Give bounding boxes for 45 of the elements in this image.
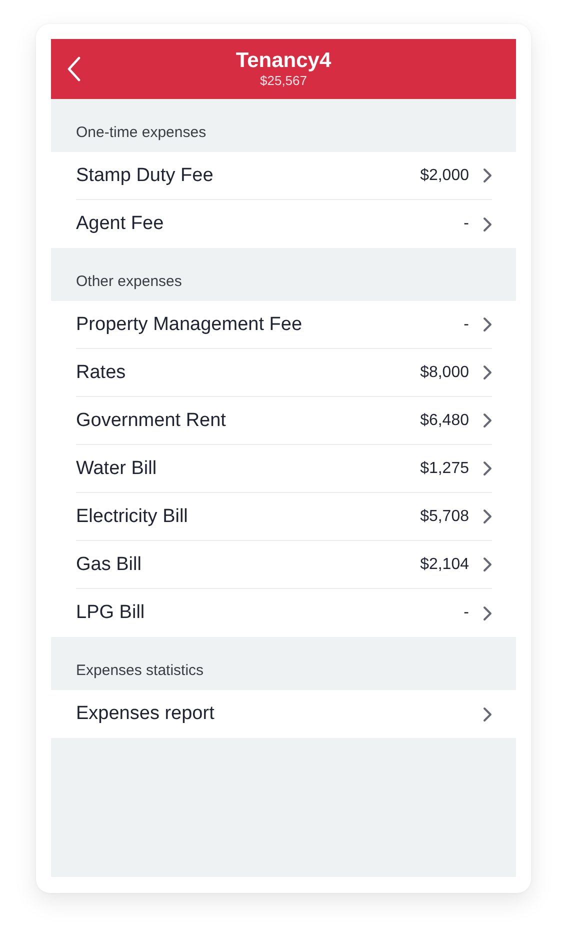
chevron-right-icon	[483, 606, 492, 620]
expense-row[interactable]: Expenses report	[76, 690, 492, 738]
chevron-right-icon	[483, 557, 492, 572]
expense-amount: -	[464, 604, 469, 622]
expense-row[interactable]: Agent Fee -	[76, 200, 492, 248]
expense-row[interactable]: Water Bill $1,275	[76, 445, 492, 493]
expense-row[interactable]: Rates $8,000	[76, 349, 492, 397]
expense-amount: $5,708	[420, 508, 469, 526]
expense-amount: $2,104	[420, 556, 469, 574]
header-total: $25,567	[260, 73, 307, 89]
expense-label: Gas Bill	[76, 554, 142, 576]
expense-label: Expenses report	[76, 703, 216, 725]
expense-amount: $6,480	[420, 412, 469, 430]
expense-row[interactable]: Electricity Bill $5,708	[76, 493, 492, 541]
expense-row[interactable]: Government Rent $6,480	[76, 397, 492, 445]
expense-row[interactable]: Stamp Duty Fee $2,000	[76, 152, 492, 200]
chevron-right-icon	[483, 317, 492, 332]
expense-label: Agent Fee	[76, 213, 165, 235]
back-icon	[67, 56, 81, 82]
expense-amount: -	[464, 316, 469, 334]
expense-label: LPG Bill	[76, 602, 146, 624]
expense-amount: $8,000	[420, 364, 469, 382]
chevron-right-icon	[483, 706, 492, 722]
expense-amount: $1,275	[420, 460, 469, 478]
chevron-right-icon	[483, 365, 492, 380]
expense-label: Electricity Bill	[76, 506, 189, 528]
expense-label: Water Bill	[76, 458, 158, 480]
chevron-right-icon	[483, 413, 492, 428]
expense-label: Government Rent	[76, 410, 227, 432]
expense-label: Property Management Fee	[76, 314, 304, 336]
chevron-right-icon	[483, 509, 492, 524]
chevron-right-icon	[483, 168, 492, 183]
expense-amount: $2,000	[420, 166, 469, 184]
section-heading: One-time expenses	[75, 123, 208, 143]
expense-row[interactable]: Property Management Fee -	[76, 301, 492, 349]
header-title: Tenancy4	[236, 49, 332, 73]
expense-row[interactable]: LPG Bill -	[76, 589, 492, 637]
expense-label: Stamp Duty Fee	[76, 164, 214, 186]
chevron-right-icon	[483, 216, 492, 232]
chevron-right-icon	[483, 461, 492, 476]
section-heading: Expenses statistics	[75, 661, 205, 681]
expense-amount: -	[464, 215, 469, 233]
expense-label: Rates	[76, 362, 127, 384]
section-heading: Other expenses	[75, 272, 183, 292]
expense-row[interactable]: Gas Bill $2,104	[76, 541, 492, 589]
